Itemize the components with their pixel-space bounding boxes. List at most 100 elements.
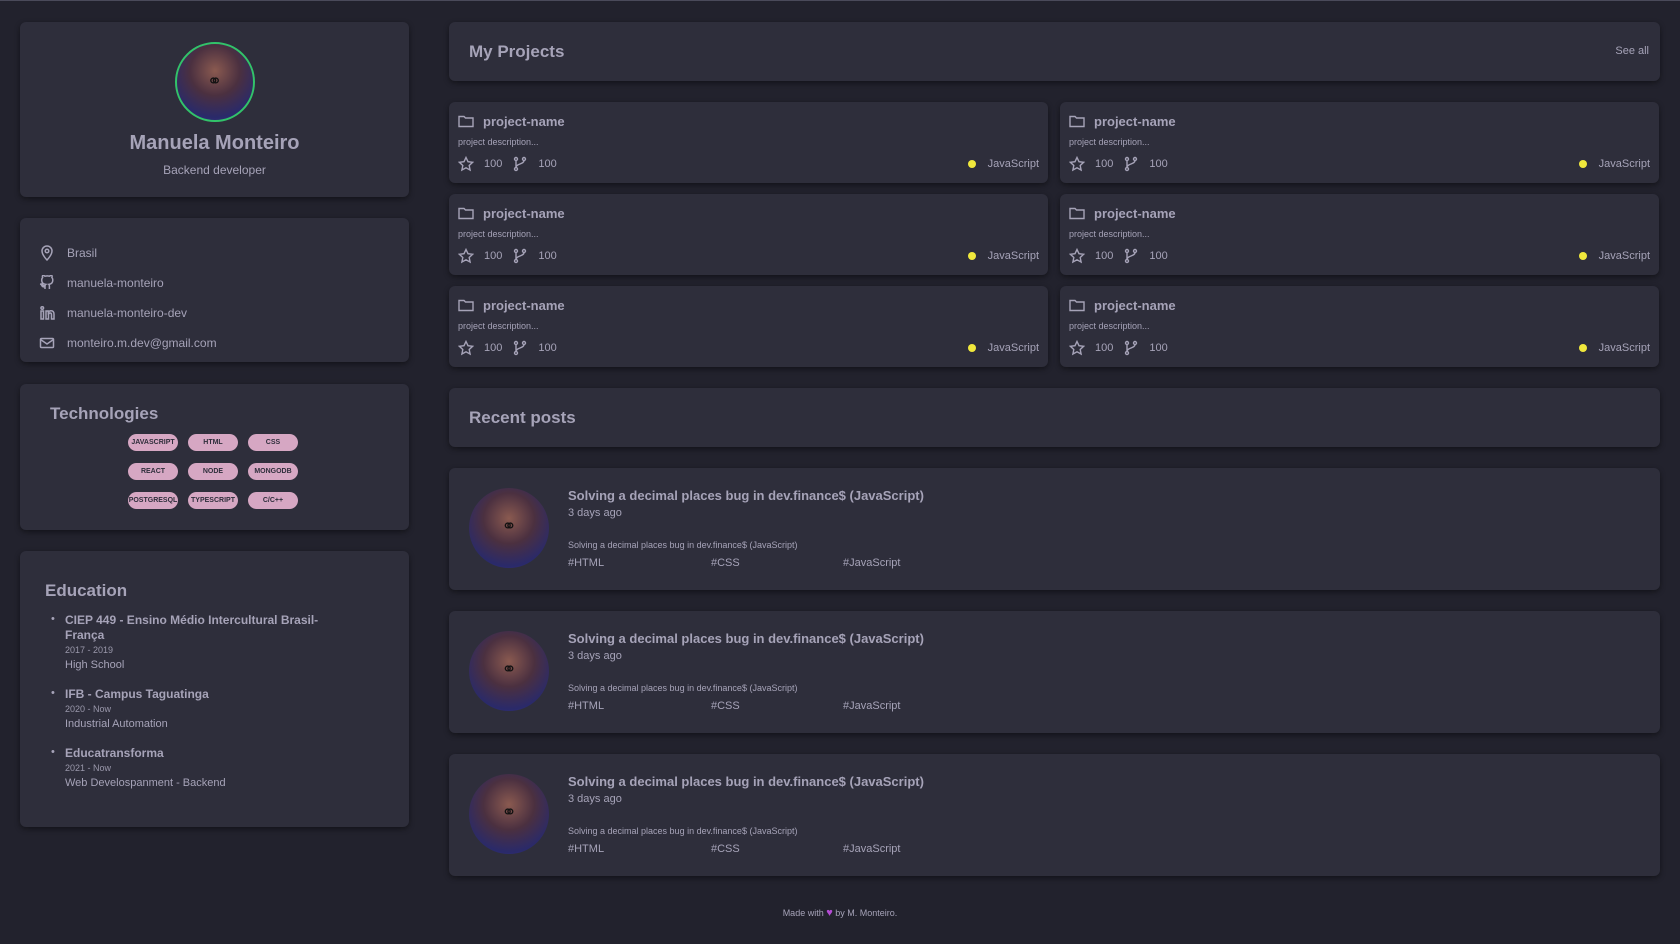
project-description: project description...	[1069, 229, 1150, 239]
posts-title: Recent posts	[469, 408, 576, 427]
project-forks: 100	[538, 250, 557, 262]
profile-name: Manuela Monteiro	[129, 132, 300, 154]
language-dot	[1578, 160, 1587, 168]
education-course: Web Develospanment - Backend	[65, 777, 226, 789]
project-card[interactable]: project-name project description... 100 …	[449, 102, 1048, 183]
education-title: Education	[45, 581, 128, 600]
project-stars: 100	[1095, 158, 1114, 170]
project-name[interactable]: project-name	[483, 206, 565, 221]
education-dates: 2020 - Now	[65, 704, 112, 714]
post-card[interactable]: ⚭ Solving a decimal places bug in dev.fi…	[449, 611, 1660, 733]
contact-card: Brasil manuela-monteiro manuela-monteiro…	[20, 218, 409, 362]
folder-icon	[458, 207, 474, 220]
tech-badge: POSTGRESQL	[128, 492, 178, 509]
post-title[interactable]: Solving a decimal places bug in dev.fina…	[568, 488, 924, 503]
star-icon	[1069, 156, 1085, 172]
fork-icon	[514, 156, 527, 172]
folder-icon	[1069, 299, 1085, 312]
fork-icon	[514, 340, 527, 356]
project-language-label: JavaScript	[987, 342, 1039, 354]
folder-icon	[458, 299, 474, 312]
project-card[interactable]: project-name project description... 100 …	[449, 286, 1048, 367]
star-icon	[458, 340, 474, 356]
language-dot	[1578, 252, 1587, 260]
post-tag[interactable]: #JavaScript	[843, 700, 900, 712]
project-forks: 100	[1149, 250, 1168, 262]
tech-badge: TYPESCRIPT	[188, 492, 238, 509]
post-card[interactable]: ⚭ Solving a decimal places bug in dev.fi…	[449, 754, 1660, 876]
project-stars: 100	[484, 158, 503, 170]
contact-email-text[interactable]: monteiro.m.dev@gmail.com	[67, 336, 217, 350]
post-time: 3 days ago	[568, 793, 622, 805]
contact-github-text[interactable]: manuela-monteiro	[67, 276, 164, 290]
post-tag[interactable]: #CSS	[711, 700, 843, 712]
project-card[interactable]: project-name project description... 100 …	[449, 194, 1048, 275]
education-dates: 2017 - 2019	[65, 645, 114, 655]
technologies-title: Technologies	[50, 404, 159, 423]
project-name[interactable]: project-name	[483, 114, 565, 129]
github-icon	[39, 275, 61, 291]
post-tag[interactable]: #JavaScript	[843, 843, 900, 855]
profile-avatar: ⚭	[174, 42, 255, 122]
mail-icon	[39, 335, 61, 351]
project-language: JavaScript	[967, 250, 1039, 262]
project-stars: 100	[1095, 250, 1114, 262]
project-card[interactable]: project-name project description... 100 …	[1060, 102, 1659, 183]
tech-badge: C/C++	[248, 492, 298, 509]
posts-header: Recent posts	[449, 388, 1660, 447]
project-stars: 100	[484, 342, 503, 354]
post-excerpt: Solving a decimal places bug in dev.fina…	[568, 826, 798, 836]
project-description: project description...	[458, 321, 539, 331]
project-name[interactable]: project-name	[1094, 206, 1176, 221]
project-language: JavaScript	[1578, 342, 1650, 354]
post-title[interactable]: Solving a decimal places bug in dev.fina…	[568, 631, 924, 646]
folder-icon	[1069, 115, 1085, 128]
post-tags: #HTML #CSS #JavaScript	[568, 557, 900, 569]
footer: Made with ♥ by M. Monteiro.	[0, 907, 1680, 919]
projects-header: My Projects See all	[449, 22, 1660, 81]
project-forks: 100	[1149, 158, 1168, 170]
tech-badge: NODE	[188, 463, 238, 480]
heart-icon: ♥	[826, 907, 833, 919]
project-name[interactable]: project-name	[483, 298, 565, 313]
post-tag[interactable]: #HTML	[568, 557, 711, 569]
education-list: CIEP 449 - Ensino Médio Intercultural Br…	[45, 613, 384, 789]
post-card[interactable]: ⚭ Solving a decimal places bug in dev.fi…	[449, 468, 1660, 590]
project-name[interactable]: project-name	[1094, 114, 1176, 129]
post-tags: #HTML #CSS #JavaScript	[568, 700, 900, 712]
footer-prefix: Made with	[782, 908, 824, 918]
contact-linkedin-text[interactable]: manuela-monteiro-dev	[67, 306, 187, 320]
project-stars: 100	[1095, 342, 1114, 354]
project-forks: 100	[538, 158, 557, 170]
fork-icon	[1125, 156, 1138, 172]
star-icon	[1069, 340, 1085, 356]
tech-badge: HTML	[188, 434, 238, 451]
post-excerpt: Solving a decimal places bug in dev.fina…	[568, 683, 798, 693]
footer-suffix: by M. Monteiro.	[835, 908, 898, 918]
post-time: 3 days ago	[568, 507, 622, 519]
project-description: project description...	[458, 229, 539, 239]
post-tag[interactable]: #HTML	[568, 700, 711, 712]
post-tag[interactable]: #CSS	[711, 843, 843, 855]
project-language: JavaScript	[1578, 158, 1650, 170]
contact-email[interactable]: monteiro.m.dev@gmail.com	[39, 328, 390, 358]
profile-card: ⚭ Manuela Monteiro Backend developer	[20, 22, 409, 197]
post-tag[interactable]: #HTML	[568, 843, 711, 855]
post-tag[interactable]: #JavaScript	[843, 557, 900, 569]
contact-linkedin[interactable]: manuela-monteiro-dev	[39, 298, 390, 328]
project-description: project description...	[458, 137, 539, 147]
language-dot	[967, 160, 976, 168]
education-school: CIEP 449 - Ensino Médio Intercultural Br…	[65, 613, 319, 642]
project-language-label: JavaScript	[1598, 342, 1650, 354]
project-description: project description...	[1069, 321, 1150, 331]
tech-badge: JAVASCRIPT	[128, 434, 178, 451]
post-title[interactable]: Solving a decimal places bug in dev.fina…	[568, 774, 924, 789]
project-name[interactable]: project-name	[1094, 298, 1176, 313]
see-all-link[interactable]: See all	[1615, 45, 1649, 57]
tech-badge: CSS	[248, 434, 298, 451]
project-card[interactable]: project-name project description... 100 …	[1060, 286, 1659, 367]
project-language: JavaScript	[1578, 250, 1650, 262]
project-card[interactable]: project-name project description... 100 …	[1060, 194, 1659, 275]
contact-github[interactable]: manuela-monteiro	[39, 268, 390, 298]
post-tag[interactable]: #CSS	[711, 557, 843, 569]
